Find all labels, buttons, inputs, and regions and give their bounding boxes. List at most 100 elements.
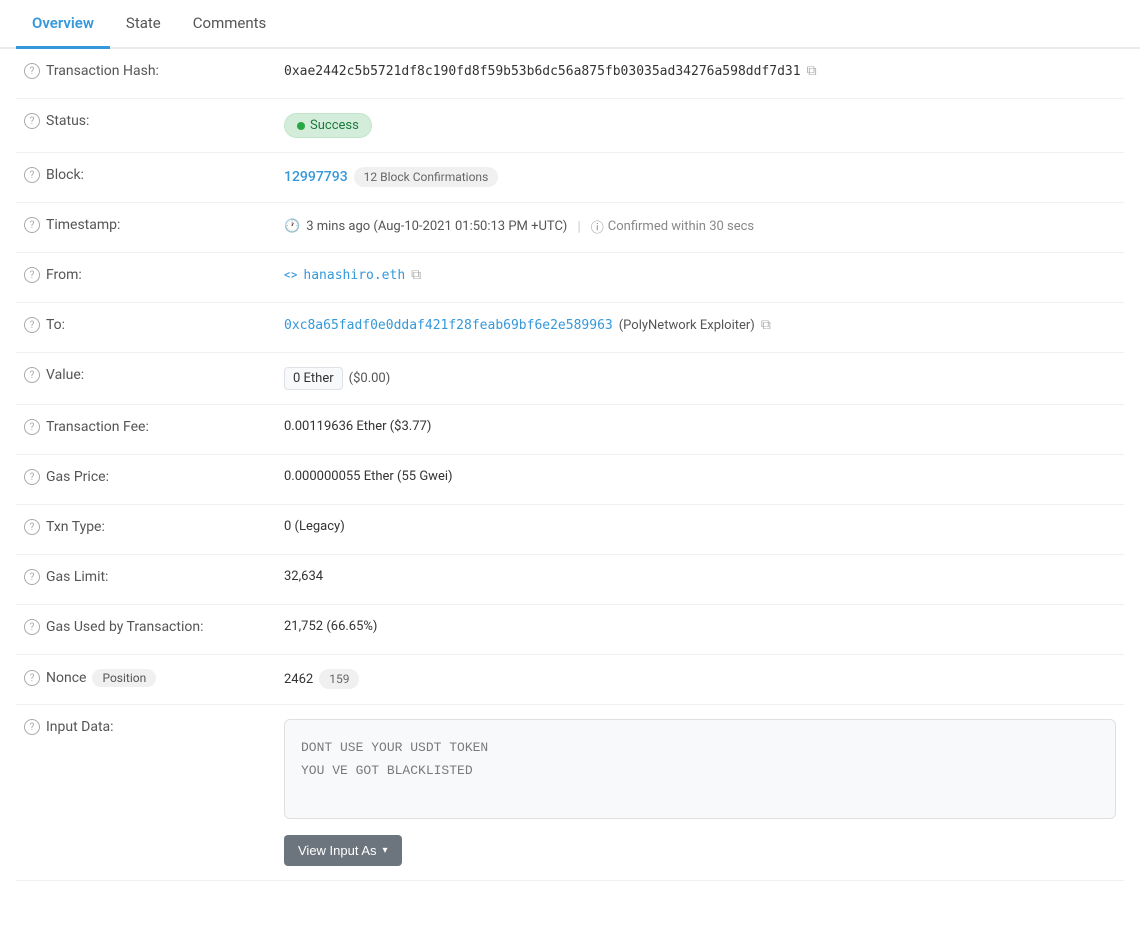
separator: | [577,219,580,235]
value-help-icon[interactable]: ? [24,367,40,383]
confirmations-badge: 12 Block Confirmations [354,167,499,187]
txn-type-row: ? Txn Type: 0 (Legacy) [16,505,1124,555]
gas-used-label-col: ? Gas Used by Transaction: [24,619,284,635]
confirmed-text: ⓘ Confirmed within 30 secs [591,217,754,236]
timestamp-value-col: 🕐 3 mins ago (Aug-10-2021 01:50:13 PM +U… [284,217,1116,236]
status-row: ? Status: Success [16,99,1124,153]
input-data-box: DONT USE YOUR USDT TOKEN YOU VE GOT BLAC… [284,719,1116,819]
status-label: Status: [46,113,89,129]
nonce-position-value: 159 [319,669,359,689]
gas-used-help-icon[interactable]: ? [24,619,40,635]
gas-used-value-col: 21,752 (66.65%) [284,619,1116,634]
nonce-label: Nonce [46,670,86,686]
nonce-position-badge: Position [92,669,156,687]
tab-comments[interactable]: Comments [177,0,283,49]
tx-hash-value: 0xae2442c5b5721df8c190fd8f59b53b6dc56a87… [284,64,801,79]
tab-overview[interactable]: Overview [16,0,110,49]
block-help-icon[interactable]: ? [24,167,40,183]
from-address-link[interactable]: hanashiro.eth [303,268,405,283]
gas-limit-help-icon[interactable]: ? [24,569,40,585]
overview-content: ? Transaction Hash: 0xae2442c5b5721df8c1… [0,49,1140,881]
gas-used-row: ? Gas Used by Transaction: 21,752 (66.65… [16,605,1124,655]
chevron-down-icon: ▾ [383,845,388,856]
timestamp-help-icon[interactable]: ? [24,217,40,233]
input-data-label: Input Data: [46,719,114,735]
value-row: ? Value: 0 Ether ($0.00) [16,353,1124,405]
nonce-help-icon[interactable]: ? [24,670,40,686]
txn-type-label-col: ? Txn Type: [24,519,284,535]
status-dot-icon [297,122,305,130]
to-address-link[interactable]: 0xc8a65fadf0e0ddaf421f28feab69bf6e2e5899… [284,318,613,333]
usd-value: ($0.00) [349,371,391,386]
from-help-icon[interactable]: ? [24,267,40,283]
gas-price-value: 0.000000055 Ether (55 Gwei) [284,469,453,484]
status-badge: Success [284,113,372,138]
input-data-help-icon[interactable]: ? [24,719,40,735]
to-value-col: 0xc8a65fadf0e0ddaf421f28feab69bf6e2e5899… [284,317,1116,333]
nonce-label-col: ? Nonce Position [24,669,284,687]
gas-limit-row: ? Gas Limit: 32,634 [16,555,1124,605]
txn-type-help-icon[interactable]: ? [24,519,40,535]
from-row: ? From: <> hanashiro.eth ⧉ [16,253,1124,303]
tx-hash-label-col: ? Transaction Hash: [24,63,284,79]
block-value-col: 12997793 12 Block Confirmations [284,167,1116,187]
txn-type-value-col: 0 (Legacy) [284,519,1116,534]
from-code-icon: <> [284,268,297,283]
confirmed-label: Confirmed within 30 secs [608,219,754,234]
to-tag: (PolyNetwork Exploiter) [619,318,755,333]
input-data-row: ? Input Data: DONT USE YOUR USDT TOKEN Y… [16,705,1124,881]
tx-fee-help-icon[interactable]: ? [24,419,40,435]
value-label: Value: [46,367,84,383]
to-row: ? To: 0xc8a65fadf0e0ddaf421f28feab69bf6e… [16,303,1124,353]
to-help-icon[interactable]: ? [24,317,40,333]
txn-type-label: Txn Type: [46,519,105,535]
to-copy-icon[interactable]: ⧉ [761,317,771,333]
clock-icon: 🕐 [284,219,300,234]
tx-hash-row: ? Transaction Hash: 0xae2442c5b5721df8c1… [16,49,1124,99]
timestamp-label-col: ? Timestamp: [24,217,284,233]
to-label-col: ? To: [24,317,284,333]
gas-price-label: Gas Price: [46,469,109,485]
gas-price-row: ? Gas Price: 0.000000055 Ether (55 Gwei) [16,455,1124,505]
block-row: ? Block: 12997793 12 Block Confirmations [16,153,1124,203]
status-help-icon[interactable]: ? [24,113,40,129]
from-value-col: <> hanashiro.eth ⧉ [284,267,1116,283]
txn-type-value: 0 (Legacy) [284,519,345,534]
tx-hash-label: Transaction Hash: [46,63,159,79]
view-input-button[interactable]: View Input As ▾ [284,835,402,866]
value-value-col: 0 Ether ($0.00) [284,367,1116,390]
nonce-row: ? Nonce Position 2462 159 [16,655,1124,705]
input-data-line1: DONT USE YOUR USDT TOKEN [301,736,1099,759]
tab-state[interactable]: State [110,0,177,49]
from-copy-icon[interactable]: ⧉ [411,267,421,283]
gas-used-label: Gas Used by Transaction: [46,619,203,635]
gas-used-value: 21,752 (66.65%) [284,619,377,634]
nonce-value-col: 2462 159 [284,669,1116,689]
gas-limit-label-col: ? Gas Limit: [24,569,284,585]
from-label-col: ? From: [24,267,284,283]
gas-price-help-icon[interactable]: ? [24,469,40,485]
tx-fee-value: 0.00119636 Ether ($3.77) [284,419,431,434]
status-value-col: Success [284,113,1116,138]
input-data-value-col: DONT USE YOUR USDT TOKEN YOU VE GOT BLAC… [284,719,1116,866]
tabs-container: Overview State Comments [0,0,1140,49]
tx-hash-copy-icon[interactable]: ⧉ [807,63,817,79]
info-icon: ⓘ [591,217,604,236]
timestamp-row: ? Timestamp: 🕐 3 mins ago (Aug-10-2021 0… [16,203,1124,253]
block-label-col: ? Block: [24,167,284,183]
view-input-label: View Input As [298,843,377,858]
block-number-link[interactable]: 12997793 [284,169,348,185]
block-label: Block: [46,167,84,183]
status-badge-text: Success [310,118,359,133]
tx-hash-help-icon[interactable]: ? [24,63,40,79]
status-label-col: ? Status: [24,113,284,129]
to-label: To: [46,317,65,333]
gas-limit-value: 32,634 [284,569,323,584]
gas-price-label-col: ? Gas Price: [24,469,284,485]
nonce-value: 2462 [284,672,313,687]
timestamp-label: Timestamp: [46,217,120,233]
gas-price-value-col: 0.000000055 Ether (55 Gwei) [284,469,1116,484]
gas-limit-label: Gas Limit: [46,569,108,585]
tx-fee-label-col: ? Transaction Fee: [24,419,284,435]
from-label: From: [46,267,82,283]
